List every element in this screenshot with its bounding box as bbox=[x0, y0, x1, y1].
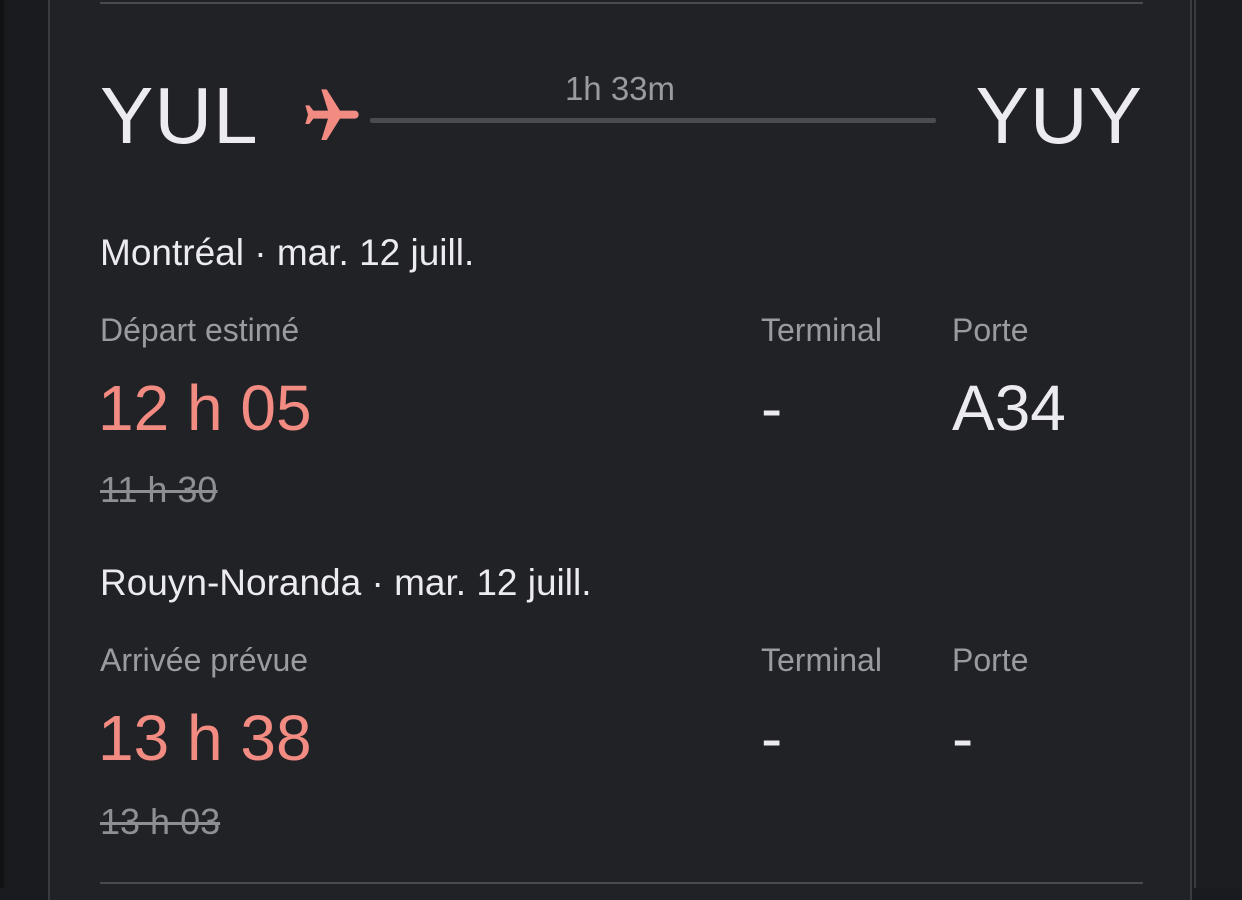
departure-time-label: Départ estimé bbox=[100, 312, 300, 348]
arrival-terminal-value: - bbox=[761, 702, 783, 774]
right-edge bbox=[1194, 0, 1242, 888]
departure-estimated-time: 12 h 05 bbox=[98, 372, 312, 444]
flight-duration: 1h 33m bbox=[564, 70, 676, 107]
arrival-scheduled-time: 13 h 03 bbox=[100, 801, 221, 842]
departure-terminal-value: - bbox=[761, 372, 783, 444]
destination-airport-code: YUY bbox=[975, 71, 1143, 160]
app-frame: YUL 1h 33m YUY Montréal · mar. 12 juill.… bbox=[0, 0, 1242, 900]
bottom-divider bbox=[100, 882, 1143, 884]
arrival-gate-label: Porte bbox=[952, 642, 1029, 678]
origin-airport-code: YUL bbox=[100, 71, 259, 160]
flight-route: YUL 1h 33m YUY bbox=[100, 70, 1143, 170]
arrival-gate-value: - bbox=[952, 702, 974, 774]
left-edge bbox=[0, 0, 4, 888]
departure-gate-label: Porte bbox=[952, 312, 1029, 348]
top-divider bbox=[100, 2, 1143, 4]
arrival-time-label: Arrivée prévue bbox=[100, 642, 309, 678]
arrival-estimated-time: 13 h 38 bbox=[98, 702, 312, 774]
departure-gate-value: A34 bbox=[952, 372, 1066, 444]
arrival-title: Rouyn-Noranda · mar. 12 juill. bbox=[100, 562, 592, 603]
arrival-terminal-label: Terminal bbox=[761, 642, 882, 678]
departure-title: Montréal · mar. 12 juill. bbox=[100, 232, 475, 273]
departure-scheduled-time: 11 h 30 bbox=[100, 469, 218, 510]
departure-terminal-label: Terminal bbox=[761, 312, 882, 348]
route-progress-line bbox=[370, 118, 936, 123]
airplane-icon bbox=[305, 89, 359, 140]
